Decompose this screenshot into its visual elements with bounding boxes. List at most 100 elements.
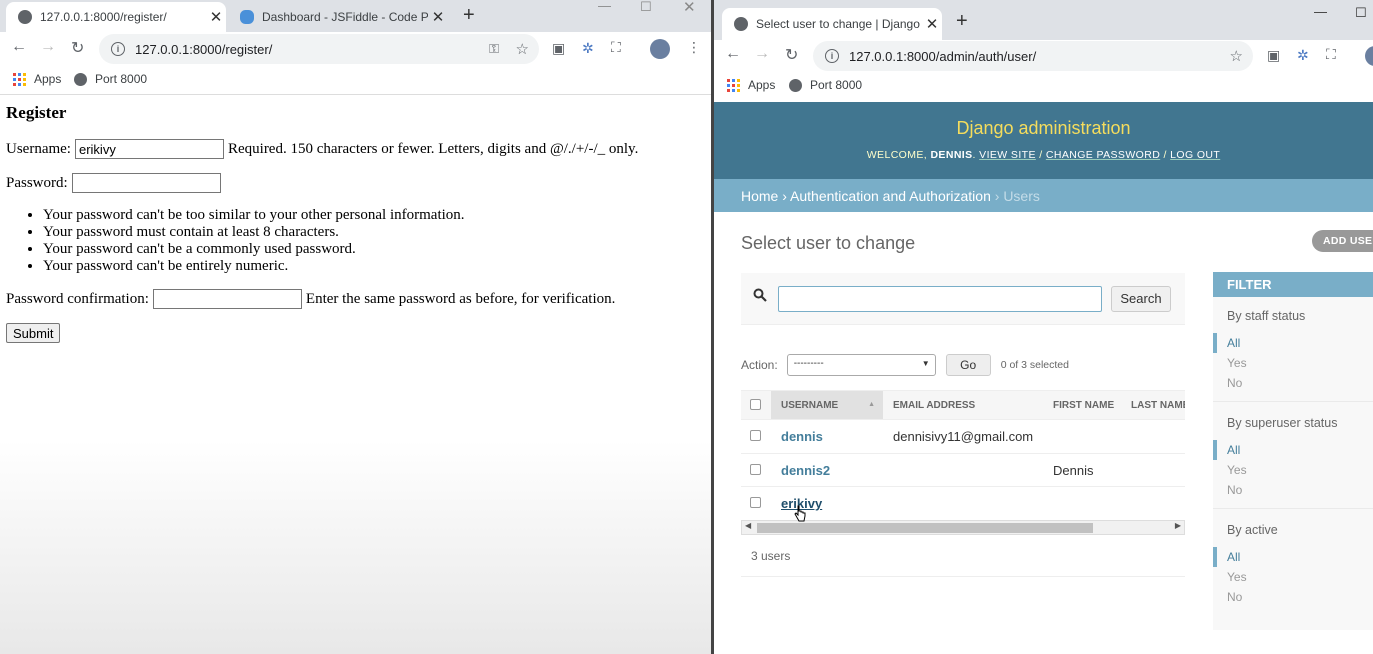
username-help: Required. 150 characters or fewer. Lette… [227, 140, 639, 157]
row-checkbox[interactable] [750, 497, 761, 508]
username-link[interactable]: dennis [781, 429, 823, 444]
column-email[interactable]: EMAIL ADDRESS [893, 400, 975, 411]
table-row: dennis dennisivy11@gmail.com [741, 420, 1185, 454]
globe-icon [18, 10, 32, 24]
reload-icon[interactable]: ↻ [71, 38, 84, 58]
email-cell: dennisivy11@gmail.com [893, 429, 1034, 444]
forward-icon[interactable]: → [40, 38, 56, 56]
submit-button[interactable]: Submit [6, 323, 61, 343]
close-window-icon[interactable]: ✕ [683, 0, 696, 16]
address-bar[interactable]: i 127.0.0.1:8000/register/ ⚿ ☆ [99, 34, 539, 64]
password-input[interactable] [71, 173, 221, 193]
reload-icon[interactable]: ↻ [785, 45, 798, 65]
horizontal-scrollbar[interactable]: ◀ ▶ [741, 520, 1185, 535]
close-tab-icon[interactable]: ✕ [428, 8, 448, 26]
bookmark-apps[interactable]: Apps [13, 72, 61, 86]
go-button[interactable]: Go [945, 354, 991, 376]
sort-ascending-icon[interactable]: ▲ [868, 401, 875, 408]
minimize-icon[interactable]: — [1314, 4, 1327, 19]
column-first-name[interactable]: FIRST NAME [1053, 400, 1114, 411]
extension-icon[interactable]: ✲ [582, 40, 594, 57]
maximize-icon[interactable]: ☐ [1355, 5, 1367, 21]
filter-title: FILTER [1213, 272, 1373, 297]
scroll-right-icon[interactable]: ▶ [1175, 521, 1181, 530]
filter-option[interactable]: No [1213, 480, 1373, 500]
info-icon[interactable]: i [111, 42, 125, 56]
breadcrumb-home[interactable]: Home [741, 188, 778, 204]
admin-header: Django administration WELCOME, DENNIS. V… [714, 102, 1373, 179]
tab-register[interactable]: 127.0.0.1:8000/register/ ✕ [6, 2, 226, 32]
tab-admin[interactable]: Select user to change | Django si ✕ [722, 8, 942, 40]
back-icon[interactable]: ← [11, 38, 27, 56]
register-form: Register Username: Required. 150 charact… [6, 103, 706, 343]
new-tab-icon[interactable]: + [956, 10, 968, 33]
table-row: erikivy [741, 487, 1185, 521]
filter-group-superuser: By superuser status All Yes No [1213, 404, 1373, 509]
row-checkbox[interactable] [750, 463, 761, 475]
page-title: Register [6, 103, 67, 122]
cast-icon[interactable]: ⛶ [1326, 46, 1336, 63]
column-username[interactable]: USERNAME ▲ [771, 391, 883, 419]
star-icon[interactable]: ☆ [516, 40, 529, 58]
filter-option[interactable]: All [1213, 440, 1373, 460]
filter-option[interactable]: All [1213, 333, 1373, 353]
view-site-link[interactable]: VIEW SITE [979, 149, 1036, 161]
username-row: Username: Required. 150 characters or fe… [6, 139, 706, 159]
log-out-link[interactable]: LOG OUT [1170, 149, 1220, 161]
filter-option[interactable]: No [1213, 373, 1373, 393]
site-title[interactable]: Django administration [714, 118, 1373, 139]
filter-option[interactable]: Yes [1213, 353, 1373, 373]
extension-icon[interactable]: ✲ [1297, 47, 1309, 64]
star-icon[interactable]: ☆ [1230, 47, 1243, 65]
add-user-button[interactable]: ADD USER [1312, 230, 1373, 252]
tab-jsfiddle[interactable]: Dashboard - JSFiddle - Code Play ✕ [228, 2, 448, 32]
filter-option[interactable]: Yes [1213, 567, 1373, 587]
username-link[interactable]: dennis2 [781, 463, 830, 478]
filter-group-staff: By staff status All Yes No [1213, 297, 1373, 402]
select-all-checkbox[interactable] [750, 399, 761, 410]
column-last-name[interactable]: LAST NAME [1131, 400, 1185, 411]
extension-icon[interactable]: ▣ [552, 40, 565, 57]
maximize-icon[interactable]: ☐ [640, 0, 652, 15]
change-password-link[interactable]: CHANGE PASSWORD [1046, 149, 1160, 161]
bookmark-apps[interactable]: Apps [727, 78, 775, 92]
info-icon[interactable]: i [825, 49, 839, 63]
paginator: 3 users [741, 537, 1185, 577]
search-button[interactable]: Search [1111, 286, 1171, 312]
close-tab-icon[interactable]: ✕ [206, 8, 226, 26]
cast-icon[interactable]: ⛶ [611, 39, 621, 56]
avatar[interactable] [1365, 46, 1373, 66]
username-input[interactable] [74, 139, 224, 159]
action-select[interactable]: --------- ▼ [786, 354, 936, 376]
minimize-icon[interactable]: — [598, 0, 611, 13]
forward-icon[interactable]: → [754, 45, 770, 63]
key-icon[interactable]: ⚿ [489, 41, 499, 57]
extension-icon[interactable]: ▣ [1267, 47, 1280, 64]
confirm-label: Password confirmation: [6, 290, 149, 307]
chevron-down-icon: ▼ [921, 359, 930, 368]
search-input[interactable] [778, 286, 1102, 312]
row-checkbox[interactable] [750, 430, 761, 441]
back-icon[interactable]: ← [725, 45, 741, 63]
filter-sidebar: FILTER By staff status All Yes No By sup… [1213, 272, 1373, 630]
globe-icon [734, 17, 748, 31]
breadcrumb-app[interactable]: Authentication and Authorization [790, 188, 991, 204]
password-rules: Your password can't be too similar to yo… [43, 207, 706, 275]
address-bar[interactable]: i 127.0.0.1:8000/admin/auth/user/ ☆ [813, 41, 1253, 71]
selection-count: 0 of 3 selected [1000, 359, 1069, 371]
password-confirm-input[interactable] [152, 289, 302, 309]
bookmark-port[interactable]: Port 8000 [789, 78, 862, 92]
menu-icon[interactable]: ⋮ [687, 39, 701, 56]
scrollbar-thumb[interactable] [757, 523, 1093, 533]
bookmark-port[interactable]: Port 8000 [74, 72, 147, 86]
scroll-left-icon[interactable]: ◀ [745, 521, 751, 530]
close-tab-icon[interactable]: ✕ [922, 15, 942, 33]
filter-group-title: By superuser status [1227, 416, 1338, 430]
avatar[interactable] [650, 39, 670, 59]
globe-icon [789, 78, 802, 92]
admin-browser-window: Select user to change | Django si ✕ + — … [714, 0, 1373, 654]
new-tab-icon[interactable]: + [463, 4, 475, 27]
filter-option[interactable]: No [1213, 587, 1373, 607]
filter-option[interactable]: All [1213, 547, 1373, 567]
filter-option[interactable]: Yes [1213, 460, 1373, 480]
